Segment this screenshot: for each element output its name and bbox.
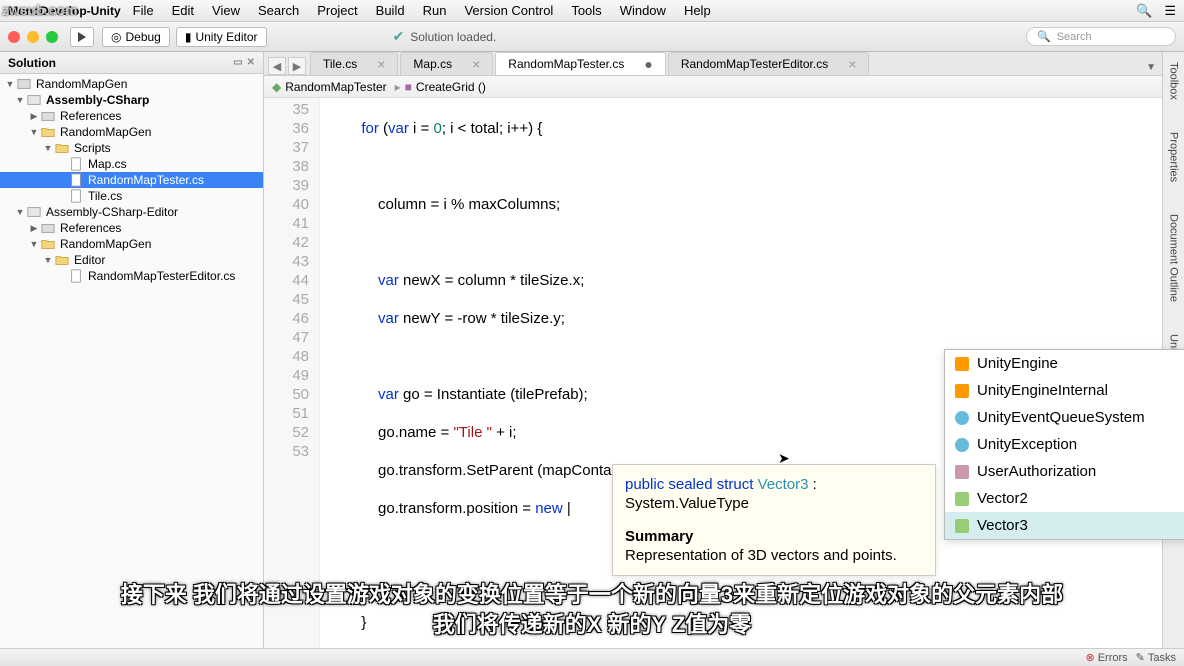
signature-tooltip: public sealed struct Vector3 : System.Va… (612, 464, 936, 576)
toolbox-tab[interactable]: Toolbox (1166, 56, 1182, 106)
solution-panel: Solution ▭ ✕ ▼RandomMapGen ▼Assembly-CSha… (0, 52, 264, 666)
tree-file-tile[interactable]: Tile.cs (0, 188, 263, 204)
toolbar: ◎ Debug ▮ Unity Editor ✔ Solution loaded… (0, 22, 1184, 52)
autocomplete-item-selected[interactable]: Vector3 (945, 512, 1184, 539)
maximize-window-button[interactable] (46, 31, 58, 43)
tree-editor-folder[interactable]: ▼Editor (0, 252, 263, 268)
tab-tile[interactable]: Tile.cs× (310, 52, 398, 75)
tree-solution-root[interactable]: ▼RandomMapGen (0, 76, 263, 92)
menu-view[interactable]: View (212, 3, 240, 18)
autocomplete-item[interactable]: Vector2 (945, 485, 1184, 512)
breadcrumb-bar: ◆RandomMapTester ▸ ■CreateGrid () (264, 76, 1162, 98)
tab-randommaptester[interactable]: RandomMapTester.cs● (495, 52, 666, 75)
properties-tab[interactable]: Properties (1166, 126, 1182, 188)
close-tab-icon[interactable]: ● (644, 56, 652, 72)
tree-references[interactable]: ▶References (0, 108, 263, 124)
tab-randommaptestereditor[interactable]: RandomMapTesterEditor.cs× (668, 52, 870, 75)
tree-randommapgen-folder-2[interactable]: ▼RandomMapGen (0, 236, 263, 252)
close-tab-icon[interactable]: × (472, 56, 480, 72)
tab-map[interactable]: Map.cs× (400, 52, 493, 75)
menu-run[interactable]: Run (423, 3, 447, 18)
tree-scripts-folder[interactable]: ▼Scripts (0, 140, 263, 156)
autocomplete-item[interactable]: UnityEventQueueSystem (945, 404, 1184, 431)
breadcrumb-class[interactable]: ◆RandomMapTester (272, 80, 387, 94)
search-input[interactable]: 🔍 Search (1026, 27, 1176, 46)
solution-panel-header: Solution ▭ ✕ (0, 52, 263, 74)
autocomplete-popup[interactable]: UnityEngine UnityEngineInternal UnityEve… (944, 349, 1184, 540)
minimize-window-button[interactable] (27, 31, 39, 43)
search-icon[interactable]: 🔍 (1136, 3, 1152, 19)
menu-search[interactable]: Search (258, 3, 299, 18)
device-dropdown[interactable]: ▮ Unity Editor (176, 27, 267, 47)
check-icon: ✔ (393, 28, 405, 45)
menu-tools[interactable]: Tools (571, 3, 601, 18)
menu-window[interactable]: Window (620, 3, 666, 18)
menu-project[interactable]: Project (317, 3, 357, 18)
target-icon: ◎ (111, 30, 121, 44)
close-tab-icon[interactable]: × (848, 56, 856, 72)
editor-area: ◀ ▶ Tile.cs× Map.cs× RandomMapTester.cs●… (264, 52, 1162, 666)
menu-help[interactable]: Help (684, 3, 711, 18)
tree-assembly-csharp-editor[interactable]: ▼Assembly-CSharp-Editor (0, 204, 263, 220)
close-panel-icon[interactable]: ✕ (247, 57, 255, 68)
status-bar: ⊗Errors ✎Tasks (0, 648, 1184, 666)
tasks-button[interactable]: ✎Tasks (1136, 651, 1176, 664)
menu-version-control[interactable]: Version Control (464, 3, 553, 18)
menubar: MonoDevelop-Unity File Edit View Search … (0, 0, 1184, 22)
solution-status-text: Solution loaded. (410, 30, 496, 44)
tab-overflow-icon[interactable]: ▼ (1140, 60, 1162, 75)
tree-randommapgen-folder[interactable]: ▼RandomMapGen (0, 124, 263, 140)
solution-title: Solution (8, 56, 56, 70)
search-icon: 🔍 (1037, 30, 1051, 43)
configuration-dropdown[interactable]: ◎ Debug (102, 27, 170, 47)
search-placeholder: Search (1057, 31, 1092, 43)
menu-toggle-icon[interactable]: ☰ (1164, 3, 1176, 19)
menu-file[interactable]: File (133, 3, 154, 18)
app-name: MonoDevelop-Unity (8, 4, 121, 18)
tree-references-2[interactable]: ▶References (0, 220, 263, 236)
solution-status: ✔ Solution loaded. (393, 28, 497, 45)
autocomplete-item[interactable]: UnityEngineInternal (945, 377, 1184, 404)
menu-edit[interactable]: Edit (172, 3, 194, 18)
device-icon: ▮ (185, 30, 192, 44)
document-outline-tab[interactable]: Document Outline (1166, 208, 1182, 308)
nav-forward-button[interactable]: ▶ (288, 57, 306, 75)
tree-assembly-csharp[interactable]: ▼Assembly-CSharp (0, 92, 263, 108)
tab-bar: ◀ ▶ Tile.cs× Map.cs× RandomMapTester.cs●… (264, 52, 1162, 76)
device-label: Unity Editor (195, 30, 257, 44)
close-window-button[interactable] (8, 31, 20, 43)
autocomplete-item[interactable]: UnityException (945, 431, 1184, 458)
errors-button[interactable]: ⊗Errors (1085, 651, 1127, 664)
collapse-icon[interactable]: ▭ (233, 57, 242, 68)
autocomplete-item[interactable]: UserAuthorization (945, 458, 1184, 485)
play-button[interactable] (70, 27, 94, 47)
configuration-label: Debug (125, 30, 160, 44)
solution-tree: ▼RandomMapGen ▼Assembly-CSharp ▶Referenc… (0, 74, 263, 286)
nav-back-button[interactable]: ◀ (268, 57, 286, 75)
tree-file-map[interactable]: Map.cs (0, 156, 263, 172)
close-tab-icon[interactable]: × (377, 56, 385, 72)
breadcrumb-method[interactable]: ■CreateGrid () (405, 80, 486, 94)
autocomplete-item[interactable]: UnityEngine (945, 350, 1184, 377)
line-gutter: 35363738394041424344454647484950515253 (264, 98, 320, 666)
tree-file-editor[interactable]: RandomMapTesterEditor.cs (0, 268, 263, 284)
window-controls (8, 31, 58, 43)
tree-file-randommaptester[interactable]: RandomMapTester.cs (0, 172, 263, 188)
menu-build[interactable]: Build (376, 3, 405, 18)
